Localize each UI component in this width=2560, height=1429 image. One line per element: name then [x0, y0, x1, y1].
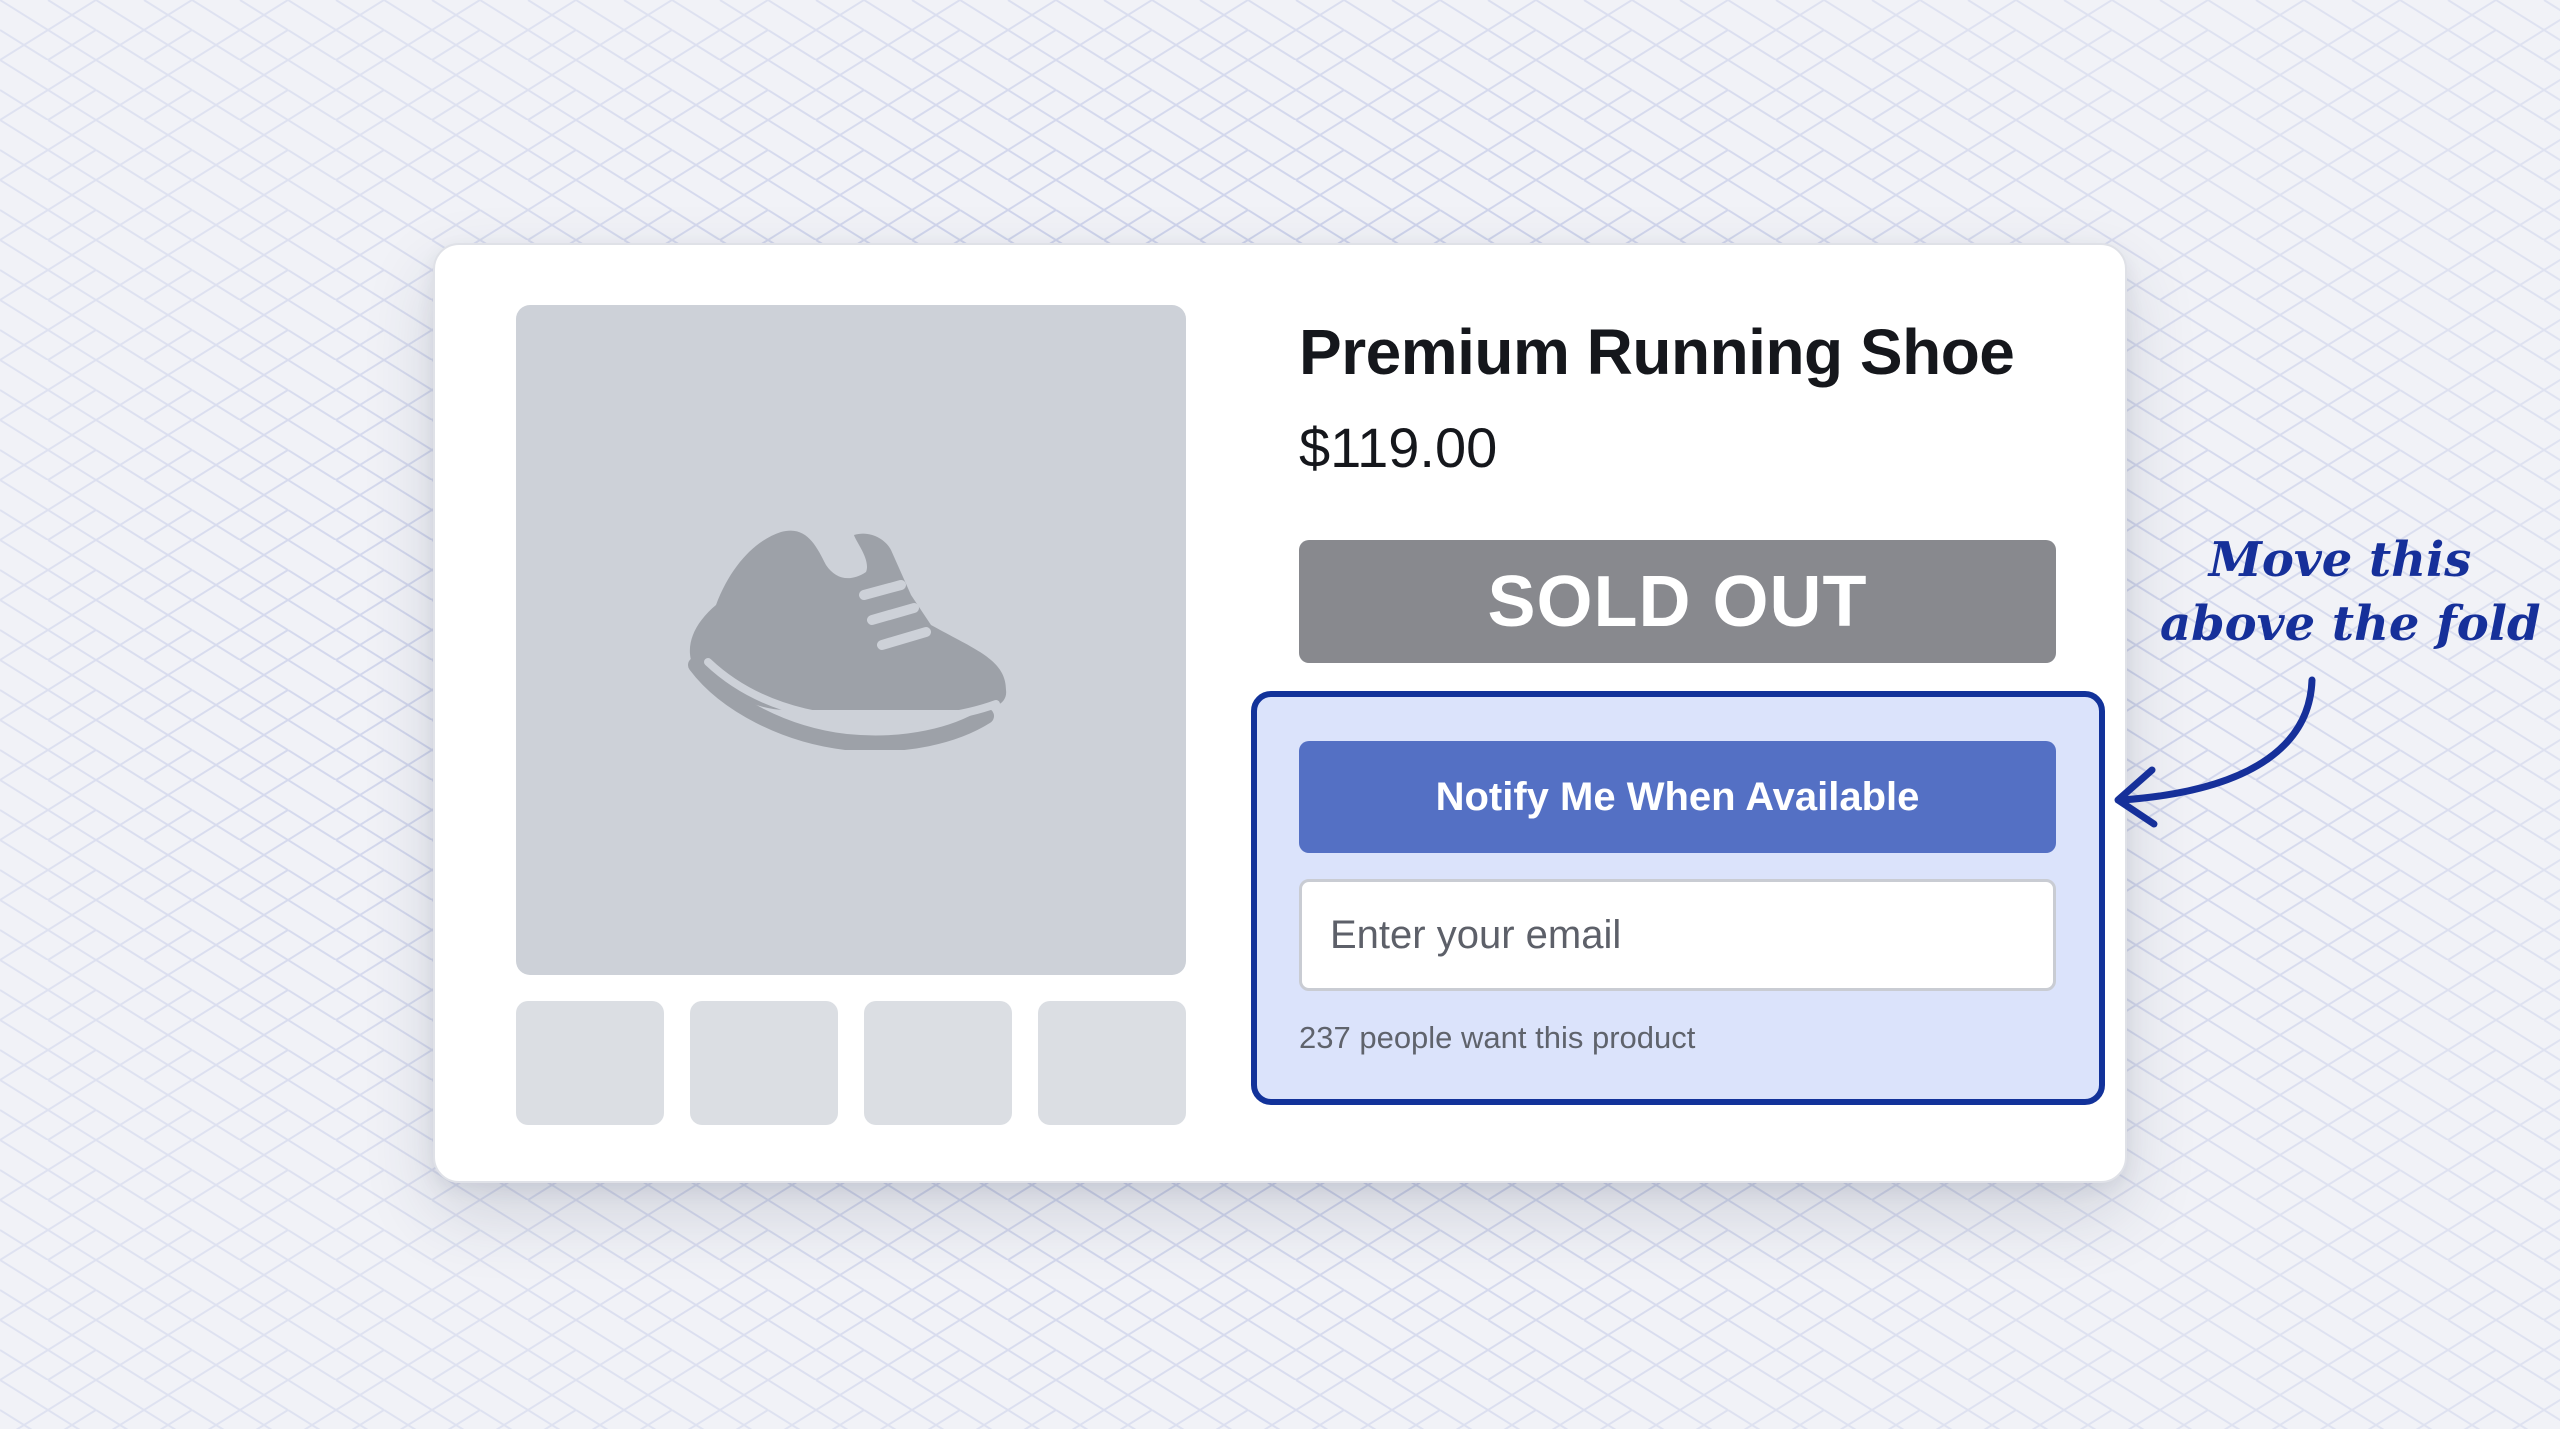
curved-arrow-left-icon — [2114, 676, 2316, 828]
product-card: Premium Running Shoe $119.00 SOLD OUT No… — [433, 243, 2127, 1183]
thumbnail-3[interactable] — [864, 1001, 1012, 1125]
product-title: Premium Running Shoe — [1299, 316, 2015, 388]
annotation-line-2: above the fold — [2160, 596, 2541, 652]
sold-out-button: SOLD OUT — [1299, 540, 2056, 663]
annotation-line-1: Move this — [2208, 532, 2472, 588]
annotation-note: Move this above the fold — [2160, 528, 2541, 656]
product-main-image[interactable] — [516, 305, 1186, 975]
thumbnail-4[interactable] — [1038, 1001, 1186, 1125]
product-price: $119.00 — [1299, 416, 1498, 479]
demand-count-text: 237 people want this product — [1299, 1020, 1696, 1055]
thumbnail-1[interactable] — [516, 1001, 664, 1125]
email-input[interactable] — [1299, 879, 2056, 991]
thumbnail-strip — [516, 1001, 1186, 1125]
sneaker-icon — [688, 530, 1007, 750]
notify-me-button[interactable]: Notify Me When Available — [1299, 741, 2056, 853]
thumbnail-2[interactable] — [690, 1001, 838, 1125]
notify-highlight-box: Notify Me When Available 237 people want… — [1251, 691, 2105, 1105]
